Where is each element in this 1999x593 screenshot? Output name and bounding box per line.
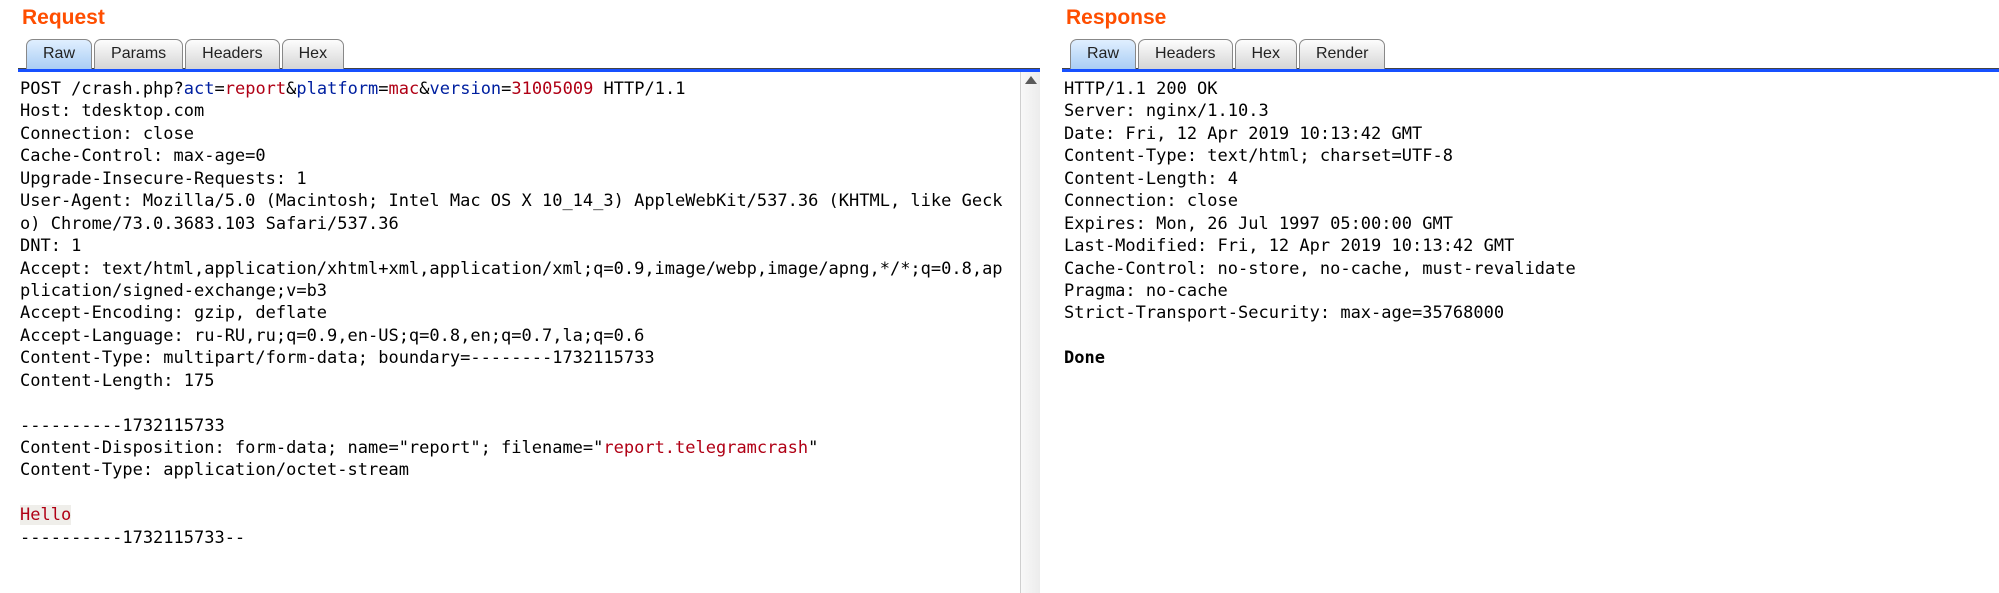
request-viewer-wrap: POST /crash.php?act=report&platform=mac&…	[18, 72, 1040, 593]
panel-divider[interactable]	[1040, 0, 1062, 593]
tab-request-params[interactable]: Params	[94, 39, 183, 69]
request-tabs: Raw Params Headers Hex	[18, 38, 1040, 68]
response-tabs: Raw Headers Hex Render	[1062, 38, 1999, 68]
response-raw-viewer[interactable]: HTTP/1.1 200 OK Server: nginx/1.10.3 Dat…	[1062, 72, 1999, 593]
request-scrollbar[interactable]	[1020, 72, 1040, 593]
response-viewer-wrap: HTTP/1.1 200 OK Server: nginx/1.10.3 Dat…	[1062, 72, 1999, 593]
response-title: Response	[1062, 2, 1999, 38]
tab-request-raw[interactable]: Raw	[26, 39, 92, 69]
tab-request-headers[interactable]: Headers	[185, 39, 279, 69]
tab-response-raw[interactable]: Raw	[1070, 39, 1136, 69]
request-title: Request	[18, 2, 1040, 38]
request-panel: Request Raw Params Headers Hex POST /cra…	[0, 0, 1040, 593]
request-raw-viewer[interactable]: POST /crash.php?act=report&platform=mac&…	[18, 72, 1020, 593]
scroll-up-icon	[1025, 76, 1037, 84]
tab-response-render[interactable]: Render	[1299, 39, 1385, 69]
tab-request-hex[interactable]: Hex	[282, 39, 344, 69]
response-panel: Response Raw Headers Hex Render HTTP/1.1…	[1062, 0, 1999, 593]
app-root: Request Raw Params Headers Hex POST /cra…	[0, 0, 1999, 593]
tab-response-hex[interactable]: Hex	[1235, 39, 1297, 69]
tab-response-headers[interactable]: Headers	[1138, 39, 1232, 69]
